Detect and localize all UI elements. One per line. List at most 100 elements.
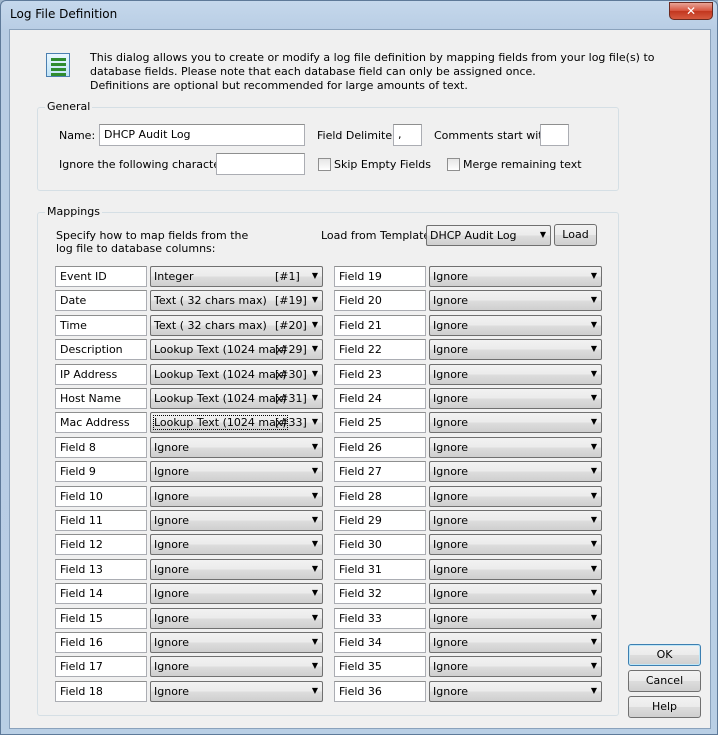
field-name-input[interactable]: Field 22 (334, 339, 426, 360)
field-type-select[interactable]: Ignore ▼ (150, 608, 323, 629)
field-name-input[interactable]: Field 15 (55, 608, 147, 629)
field-name-input[interactable]: Field 36 (334, 681, 426, 702)
close-icon[interactable]: ✕ (686, 4, 696, 18)
field-name-input[interactable]: Field 20 (334, 290, 426, 311)
ignore-chars-field[interactable] (216, 153, 305, 175)
field-name-input[interactable]: Field 32 (334, 583, 426, 604)
field-name-input[interactable]: Field 27 (334, 461, 426, 482)
field-name-input[interactable]: Host Name (55, 388, 147, 409)
field-type-select[interactable]: Lookup Text (1024 max) [#31] ▼ (150, 388, 323, 409)
field-type-select[interactable]: Ignore ▼ (429, 486, 602, 507)
field-name-input[interactable]: Field 31 (334, 559, 426, 580)
field-type-select[interactable]: Ignore ▼ (150, 681, 323, 702)
field-name-input[interactable]: Field 33 (334, 608, 426, 629)
field-type-select[interactable]: Ignore ▼ (429, 315, 602, 336)
chevron-down-icon: ▼ (539, 230, 546, 239)
chevron-down-icon: ▼ (590, 417, 597, 426)
field-name-input[interactable]: Field 13 (55, 559, 147, 580)
merge-remaining-text-checkbox[interactable]: Merge remaining text (447, 158, 582, 171)
field-name-input[interactable]: Field 16 (55, 632, 147, 653)
checkbox-box[interactable] (318, 158, 331, 171)
cancel-button[interactable]: Cancel (628, 670, 701, 692)
field-name-input[interactable]: Field 35 (334, 656, 426, 677)
field-type-value: Ignore (154, 660, 189, 673)
field-name-input[interactable]: Field 19 (334, 266, 426, 287)
field-type-select[interactable]: Ignore ▼ (150, 632, 323, 653)
field-name-input[interactable]: Field 25 (334, 412, 426, 433)
field-type-select[interactable]: Lookup Text (1024 max) [#29] ▼ (150, 339, 323, 360)
field-type-select[interactable]: Ignore ▼ (150, 583, 323, 604)
field-type-value: Ignore (433, 563, 468, 576)
field-type-select[interactable]: Text ( 32 chars max) [#20] ▼ (150, 315, 323, 336)
field-name-input[interactable]: Field 30 (334, 534, 426, 555)
field-name-input[interactable]: Field 21 (334, 315, 426, 336)
field-type-select[interactable]: Ignore ▼ (429, 510, 602, 531)
field-type-value: Ignore (433, 392, 468, 405)
field-name-input[interactable]: Field 24 (334, 388, 426, 409)
chevron-down-icon: ▼ (590, 466, 597, 475)
general-group (37, 107, 619, 191)
field-name-input[interactable]: Field 28 (334, 486, 426, 507)
field-type-select[interactable]: Ignore ▼ (429, 290, 602, 311)
field-name-input[interactable]: Field 34 (334, 632, 426, 653)
field-name-input[interactable]: Description (55, 339, 147, 360)
field-name-input[interactable]: Field 18 (55, 681, 147, 702)
checkbox-box[interactable] (447, 158, 460, 171)
field-name-input[interactable]: Field 10 (55, 486, 147, 507)
close-button[interactable]: ✕ (669, 2, 713, 20)
field-name-input[interactable]: Field 11 (55, 510, 147, 531)
field-type-select[interactable]: Ignore ▼ (150, 559, 323, 580)
field-name-input[interactable]: Field 17 (55, 656, 147, 677)
field-name-input[interactable]: Field 14 (55, 583, 147, 604)
ok-button[interactable]: OK (628, 644, 701, 666)
field-type-select[interactable]: Ignore ▼ (150, 461, 323, 482)
field-name-input[interactable]: Field 26 (334, 437, 426, 458)
field-type-select[interactable]: Ignore ▼ (150, 534, 323, 555)
field-type-select[interactable]: Ignore ▼ (150, 656, 323, 677)
field-type-select[interactable]: Ignore ▼ (429, 388, 602, 409)
field-type-select[interactable]: Ignore ▼ (429, 412, 602, 433)
field-type-select[interactable]: Ignore ▼ (429, 364, 602, 385)
field-type-select[interactable]: Ignore ▼ (429, 266, 602, 287)
field-name-input[interactable]: Field 12 (55, 534, 147, 555)
field-type-select[interactable]: Ignore ▼ (429, 583, 602, 604)
field-name-input[interactable]: Field 23 (334, 364, 426, 385)
field-type-select[interactable]: Ignore ▼ (429, 437, 602, 458)
field-type-select[interactable]: Text ( 32 chars max) [#19] ▼ (150, 290, 323, 311)
comments-field[interactable] (540, 124, 569, 146)
field-name-input[interactable]: Field 8 (55, 437, 147, 458)
field-name-input[interactable]: Time (55, 315, 147, 336)
chevron-down-icon: ▼ (590, 539, 597, 548)
field-delimiter-field[interactable]: , (393, 124, 422, 146)
template-select[interactable]: DHCP Audit Log ▼ (426, 225, 551, 246)
field-name-input[interactable]: Mac Address (55, 412, 147, 433)
field-type-select[interactable]: Ignore ▼ (429, 461, 602, 482)
field-type-select[interactable]: Ignore ▼ (429, 339, 602, 360)
field-type-select[interactable]: Ignore ▼ (150, 437, 323, 458)
field-type-select[interactable]: Ignore ▼ (429, 608, 602, 629)
field-type-select[interactable]: Integer [#1] ▼ (150, 266, 323, 287)
name-field[interactable]: DHCP Audit Log (99, 124, 305, 146)
help-button[interactable]: Help (628, 696, 701, 718)
field-type-select[interactable]: Lookup Text (1024 max) [#30] ▼ (150, 364, 323, 385)
skip-empty-fields-checkbox[interactable]: Skip Empty Fields (318, 158, 431, 171)
field-type-select[interactable]: Ignore ▼ (150, 486, 323, 507)
field-name-input[interactable]: IP Address (55, 364, 147, 385)
field-type-value: Lookup Text (1024 max) (153, 415, 288, 430)
field-type-select[interactable]: Ignore ▼ (429, 632, 602, 653)
field-type-select[interactable]: Ignore ▼ (150, 510, 323, 531)
field-type-select[interactable]: Lookup Text (1024 max) [#33] ▼ (150, 412, 323, 433)
chevron-down-icon: ▼ (590, 564, 597, 573)
field-name-input[interactable]: Field 29 (334, 510, 426, 531)
field-type-select[interactable]: Ignore ▼ (429, 534, 602, 555)
field-type-select[interactable]: Ignore ▼ (429, 559, 602, 580)
field-type-value: Ignore (154, 465, 189, 478)
chevron-down-icon: ▼ (311, 491, 318, 500)
field-name-input[interactable]: Field 9 (55, 461, 147, 482)
field-type-select[interactable]: Ignore ▼ (429, 681, 602, 702)
field-type-value: Ignore (433, 612, 468, 625)
load-button[interactable]: Load (554, 224, 597, 246)
field-type-select[interactable]: Ignore ▼ (429, 656, 602, 677)
field-name-input[interactable]: Event ID (55, 266, 147, 287)
field-name-input[interactable]: Date (55, 290, 147, 311)
